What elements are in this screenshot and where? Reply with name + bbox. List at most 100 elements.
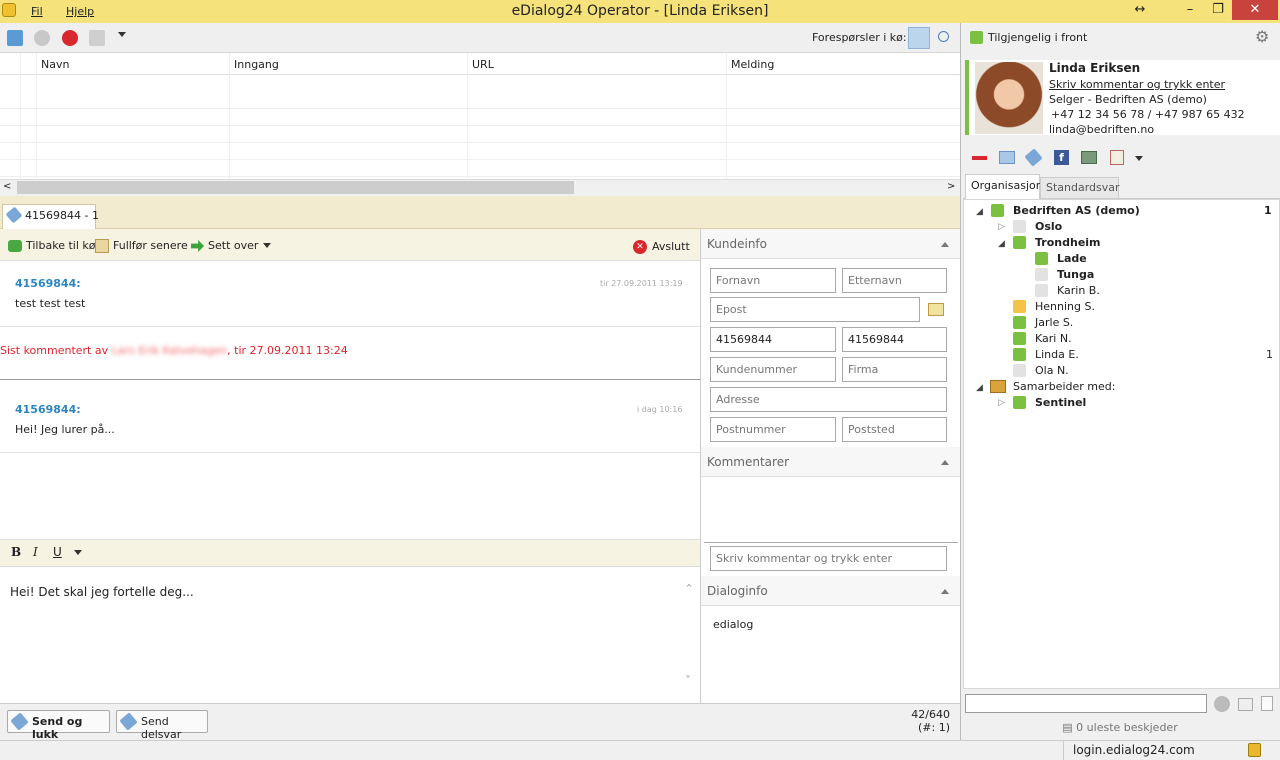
mobile-field[interactable]: 41569844 <box>842 327 947 352</box>
collapse-icon[interactable] <box>938 31 949 42</box>
collapse-arrow-icon[interactable] <box>941 242 949 247</box>
print-icon[interactable] <box>89 30 105 46</box>
format-dropdown-icon[interactable] <box>74 550 82 555</box>
grid-row[interactable] <box>0 92 960 109</box>
column-name[interactable]: Navn <box>41 58 69 71</box>
tab-standard-answers-label: Standardsvar <box>1046 181 1120 194</box>
finish-later-button[interactable]: Fullfør senere <box>113 239 188 252</box>
address-field[interactable]: Adresse <box>710 387 947 412</box>
tab-organisation[interactable]: Organisasjon <box>965 174 1043 200</box>
comments-divider <box>704 542 958 543</box>
first-name-field[interactable]: Fornavn <box>710 268 836 293</box>
email-compose-icon[interactable] <box>928 303 944 316</box>
collapse-arrow-icon[interactable] <box>941 460 949 465</box>
expand-arrow-icon[interactable]: ▷ <box>998 398 1005 408</box>
operator-phones: +47 12 34 56 78 / +47 987 65 432 <box>1051 108 1245 121</box>
message-divider <box>0 326 700 327</box>
grid-row[interactable] <box>0 109 960 126</box>
maximize-button[interactable]: ❐ <box>1208 0 1228 22</box>
bold-button[interactable]: B <box>11 545 21 559</box>
phone-field[interactable]: 41569844 <box>710 327 836 352</box>
transfer-button[interactable]: Sett over <box>208 239 258 252</box>
task-icon[interactable] <box>1110 150 1124 165</box>
postal-place-field[interactable]: Poststed <box>842 417 947 442</box>
transfer-dropdown-icon[interactable] <box>263 243 271 248</box>
column-entry[interactable]: Inngang <box>234 58 279 71</box>
tree-node[interactable]: Bedriften AS (demo) <box>1013 204 1140 217</box>
info-icon[interactable] <box>34 30 50 46</box>
tab-organisation-label: Organisasjon <box>971 179 1043 192</box>
unread-messages[interactable]: ▤ 0 uleste beskjeder <box>960 721 1280 734</box>
underline-button[interactable]: U <box>53 545 62 559</box>
company-field[interactable]: Firma <box>842 357 947 382</box>
scrollbar-thumb[interactable] <box>17 181 574 194</box>
back-to-queue-button[interactable]: Tilbake til kø <box>26 239 95 252</box>
status-offline-icon <box>1013 220 1026 233</box>
column-url[interactable]: URL <box>472 58 494 71</box>
operator-comment-link[interactable]: Skriv kommentar og trykk enter <box>1049 78 1225 91</box>
tree-node[interactable]: Tunga <box>1057 268 1094 281</box>
customer-info-header[interactable]: Kundeinfo <box>701 229 960 259</box>
tree-node-count: 1 <box>1264 204 1272 217</box>
resize-icon[interactable]: ↔ <box>1130 0 1150 22</box>
mail-icon[interactable] <box>999 151 1015 164</box>
tree-node[interactable]: Trondheim <box>1035 236 1101 249</box>
grid-row[interactable] <box>0 160 960 177</box>
grid-row[interactable] <box>0 126 960 143</box>
contact-icon[interactable] <box>1214 696 1230 712</box>
close-button[interactable]: ✕ <box>1232 0 1278 20</box>
scroll-left-icon[interactable]: < <box>3 181 11 192</box>
tree-node[interactable]: Oslo <box>1035 220 1062 233</box>
status-offline-icon <box>1035 268 1048 281</box>
busy-icon[interactable] <box>972 156 987 160</box>
facebook-icon[interactable]: f <box>1054 150 1069 165</box>
end-button[interactable]: Avslutt <box>652 240 690 253</box>
document-icon[interactable] <box>1261 696 1273 711</box>
scroll-down-icon[interactable]: ˇ <box>685 674 691 688</box>
italic-button[interactable]: I <box>33 545 38 559</box>
tree-node[interactable]: Henning S. <box>1035 300 1095 313</box>
tree-node[interactable]: Samarbeider med: <box>1013 380 1115 393</box>
tree-node[interactable]: Karin B. <box>1057 284 1100 297</box>
minimize-button[interactable]: – <box>1180 0 1200 22</box>
more-dropdown-icon[interactable] <box>1135 156 1143 161</box>
expand-arrow-icon[interactable]: ◢ <box>998 239 1005 249</box>
tree-node[interactable]: Jarle S. <box>1035 316 1073 329</box>
available-checkbox[interactable] <box>970 31 983 44</box>
tree-node[interactable]: Kari N. <box>1035 332 1072 345</box>
available-label: Tilgjengelig i front <box>988 31 1088 44</box>
collapse-arrow-icon[interactable] <box>941 589 949 594</box>
unread-label: 0 uleste beskjeder <box>1076 721 1178 734</box>
scroll-right-icon[interactable]: > <box>947 181 955 192</box>
email-field[interactable]: Epost <box>710 297 920 322</box>
compose-text[interactable]: Hei! Det skal jeg fortelle deg... <box>10 585 194 599</box>
last-name-field[interactable]: Etternavn <box>842 268 947 293</box>
postal-code-field[interactable]: Postnummer <box>710 417 836 442</box>
tab-standard-answers[interactable]: Standardsvar <box>1040 177 1120 199</box>
comments-header[interactable]: Kommentarer <box>701 447 960 477</box>
dialog-info-header[interactable]: Dialoginfo <box>701 576 960 606</box>
alert-icon[interactable] <box>62 30 78 46</box>
tree-node[interactable]: Ola N. <box>1035 364 1069 377</box>
expand-arrow-icon[interactable]: ◢ <box>976 383 983 393</box>
grid-row[interactable] <box>0 143 960 160</box>
video-icon[interactable] <box>1081 151 1097 164</box>
dropdown-arrow-icon[interactable] <box>118 32 126 37</box>
settings-gear-icon[interactable]: ⚙ <box>1255 27 1269 46</box>
comment-date: , tir 27.09.2011 13:24 <box>227 344 348 357</box>
compose-message-icon[interactable] <box>1238 698 1253 711</box>
tree-node[interactable]: Sentinel <box>1035 396 1086 409</box>
tree-node[interactable]: Linda E. <box>1035 348 1079 361</box>
column-message[interactable]: Melding <box>731 58 774 71</box>
customer-number-field[interactable]: Kundenummer <box>710 357 836 382</box>
avatar <box>975 62 1043 134</box>
comment-input[interactable]: Skriv kommentar og trykk enter <box>710 546 947 571</box>
expand-arrow-icon[interactable]: ◢ <box>976 207 983 217</box>
pin-button[interactable] <box>908 27 930 49</box>
tree-node[interactable]: Lade <box>1057 252 1087 265</box>
expand-arrow-icon[interactable]: ▷ <box>998 222 1005 232</box>
message-input[interactable] <box>965 694 1207 713</box>
scroll-up-icon[interactable]: ˆ <box>685 583 693 597</box>
format-bar <box>0 539 700 567</box>
grid-view-icon[interactable] <box>7 30 23 46</box>
